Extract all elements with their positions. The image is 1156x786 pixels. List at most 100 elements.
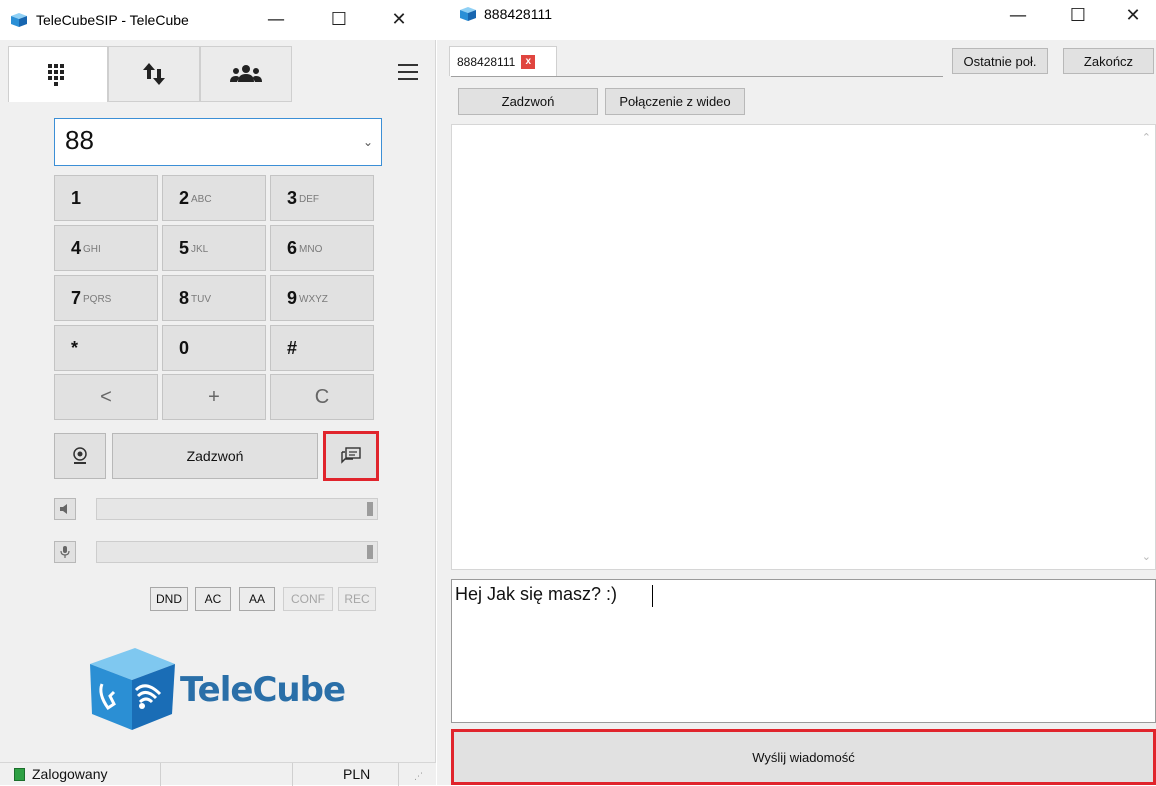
text-cursor <box>652 585 653 607</box>
keypad-key[interactable]: 5 JKL <box>162 225 266 271</box>
key-digit: 9 <box>287 287 298 308</box>
dialpad-icon <box>48 63 64 86</box>
chat-window: 888428111 — ☐ ✕ 888428111 x Ostatnie poł… <box>437 0 1156 785</box>
keypad-key[interactable]: 0 <box>162 325 266 371</box>
speaker-volume-slider[interactable] <box>96 498 378 520</box>
dialer-window: TeleCubeSIP - TeleCube — ☐ ✕ 88 ⌄ 1 2 AB… <box>0 0 436 786</box>
video-call-button[interactable]: Połączenie z wideo <box>605 88 745 115</box>
key-letters: PQRS <box>83 293 112 305</box>
rec-toggle[interactable]: REC <box>338 587 376 611</box>
plus-key[interactable]: + <box>162 374 266 420</box>
app-cube-icon <box>460 7 476 21</box>
logo-text: TeleCube <box>180 670 346 710</box>
speaker-slider-thumb[interactable] <box>367 502 373 516</box>
speaker-icon <box>60 504 67 514</box>
dnd-toggle[interactable]: DND <box>150 587 188 611</box>
call-button[interactable]: Zadzwoń <box>112 433 318 479</box>
call-button[interactable]: Zadzwoń <box>458 88 598 115</box>
tab-conversation[interactable]: 888428111 x <box>449 46 557 76</box>
minimize-button[interactable]: — <box>995 0 1041 32</box>
scroll-up-icon[interactable]: ⌃ <box>1142 131 1151 144</box>
key-digit: 6 <box>287 237 298 258</box>
keypad-key[interactable]: 9 WXYZ <box>270 275 374 321</box>
key-digit: 4 <box>71 237 82 258</box>
key-letters: TUV <box>191 293 212 305</box>
status-divider <box>292 763 293 786</box>
hamburger-menu-icon[interactable] <box>398 64 418 80</box>
aa-toggle[interactable]: AA <box>239 587 275 611</box>
dialer-title: TeleCubeSIP - TeleCube <box>36 12 189 28</box>
keypad-key[interactable]: 7 PQRS <box>54 275 158 321</box>
clear-key[interactable]: C <box>270 374 374 420</box>
key-digit: # <box>287 337 298 358</box>
currency-label: PLN <box>343 766 371 782</box>
tab-dialpad[interactable] <box>8 46 108 102</box>
send-message-button[interactable]: Wyślij wiadomość <box>451 729 1156 785</box>
keypad-key[interactable]: # <box>270 325 374 371</box>
chat-button[interactable] <box>323 431 379 481</box>
webcam-icon <box>73 447 87 464</box>
scroll-down-icon[interactable]: ⌄ <box>1142 550 1151 563</box>
tab-strip-line <box>451 76 943 77</box>
key-digit: 3 <box>287 187 298 208</box>
key-digit: * <box>71 337 79 358</box>
app-cube-icon <box>11 13 27 27</box>
number-input[interactable]: 88 ⌄ <box>54 118 382 166</box>
key-digit: 2 <box>179 187 190 208</box>
close-tab-icon[interactable]: x <box>521 54 536 69</box>
key-letters: ABC <box>191 193 212 205</box>
message-text: Hej Jak się masz? :) <box>455 584 618 604</box>
keypad-key[interactable]: 1 <box>54 175 158 221</box>
minimize-button[interactable]: — <box>253 4 299 36</box>
chat-icon <box>341 447 361 464</box>
mic-slider-thumb[interactable] <box>367 545 373 559</box>
keypad-key[interactable]: 3 DEF <box>270 175 374 221</box>
keypad-key[interactable]: 8 TUV <box>162 275 266 321</box>
chevron-down-icon[interactable]: ⌄ <box>363 135 373 149</box>
maximize-button[interactable]: ☐ <box>316 4 362 36</box>
key-digit: 0 <box>179 337 190 358</box>
resize-grip-icon[interactable]: ⋰ <box>414 772 423 782</box>
key-letters: DEF <box>299 193 320 205</box>
key-digit: 5 <box>179 237 190 258</box>
key-letters: WXYZ <box>299 293 328 305</box>
close-button[interactable]: ✕ <box>376 4 422 36</box>
status-bar: Zalogowany PLN ⋰ <box>0 762 436 786</box>
key-letters: MNO <box>299 243 323 255</box>
dialer-tabs <box>8 46 428 102</box>
key-digit: 1 <box>71 187 82 208</box>
maximize-button[interactable]: ☐ <box>1055 0 1101 32</box>
recent-calls-button[interactable]: Ostatnie poł. <box>952 48 1048 74</box>
close-button[interactable]: ✕ <box>1110 0 1156 32</box>
key-digit: 8 <box>179 287 190 308</box>
message-input[interactable]: Hej Jak się masz? :) <box>451 579 1156 723</box>
mic-volume-slider[interactable] <box>96 541 378 563</box>
key-letters: JKL <box>191 243 209 255</box>
key-letters: GHI <box>83 243 101 255</box>
keypad-key[interactable]: 6 MNO <box>270 225 374 271</box>
contacts-icon <box>230 65 262 82</box>
status-divider <box>398 763 399 786</box>
keypad-key[interactable]: 2 ABC <box>162 175 266 221</box>
speaker-mute-button[interactable] <box>54 498 76 520</box>
tab-label: 888428111 <box>457 54 516 69</box>
keypad-key[interactable]: * <box>54 325 158 371</box>
tab-contacts[interactable] <box>200 46 292 102</box>
status-divider <box>160 763 161 786</box>
conf-toggle[interactable]: CONF <box>283 587 333 611</box>
ac-toggle[interactable]: AC <box>195 587 231 611</box>
end-button[interactable]: Zakończ <box>1063 48 1154 74</box>
message-history[interactable]: ⌃ ⌄ <box>451 124 1156 570</box>
key-digit: 7 <box>71 287 82 308</box>
keypad-key[interactable]: 4 GHI <box>54 225 158 271</box>
transfer-icon <box>143 63 165 85</box>
number-value: 88 <box>65 125 94 155</box>
microphone-icon <box>60 546 70 558</box>
tab-transfer[interactable] <box>108 46 200 102</box>
mic-mute-button[interactable] <box>54 541 76 563</box>
video-call-button[interactable] <box>54 433 106 479</box>
login-status: Zalogowany <box>32 766 108 782</box>
connection-status-icon <box>14 768 25 781</box>
chat-titlebar: 888428111 — ☐ ✕ <box>437 0 1156 40</box>
backspace-key[interactable]: < <box>54 374 158 420</box>
